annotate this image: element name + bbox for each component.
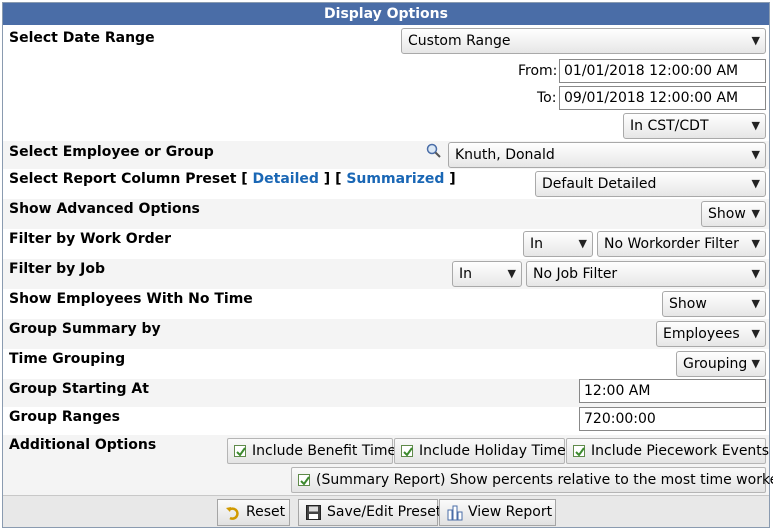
checkbox-checked-icon xyxy=(573,445,585,457)
advanced-value: Show xyxy=(708,206,746,222)
search-icon[interactable] xyxy=(426,143,442,159)
advanced-select[interactable]: Show ▼ xyxy=(701,201,766,227)
column-preset-label: Select Report Column Preset xyxy=(9,171,237,187)
job-row: Filter by Job In ▼ No Job Filter ▼ xyxy=(3,259,769,289)
chevron-down-icon: ▼ xyxy=(751,34,760,47)
chevron-down-icon: ▼ xyxy=(751,207,760,220)
group-start-field[interactable]: 12:00 AM xyxy=(579,379,766,403)
additional-options-label: Additional Options xyxy=(9,437,157,453)
include-holiday-time-checkbox[interactable]: Include Holiday Time xyxy=(394,438,566,464)
time-grouping-value: Grouping xyxy=(683,356,748,372)
chevron-down-icon: ▼ xyxy=(751,237,760,250)
group-start-row: Group Starting At 12:00 AM xyxy=(3,379,769,407)
job-op-select[interactable]: In ▼ xyxy=(452,261,522,287)
group-summary-label: Group Summary by xyxy=(9,321,161,337)
no-time-select[interactable]: Show ▼ xyxy=(662,291,766,317)
group-ranges-row: Group Ranges 720:00:00 xyxy=(3,407,769,435)
date-range-row: Select Date Range Custom Range ▼ From: 0… xyxy=(3,25,769,141)
reset-label: Reset xyxy=(246,504,286,520)
timezone-value: In CST/CDT xyxy=(630,118,709,134)
from-label: From: xyxy=(518,63,558,79)
work-order-label: Filter by Work Order xyxy=(9,231,172,247)
column-preset-row: Select Report Column Preset [ Detailed ]… xyxy=(3,169,769,199)
view-report-button[interactable]: View Report xyxy=(439,499,556,526)
column-preset-label-group: Select Report Column Preset [ Detailed ]… xyxy=(9,171,456,187)
column-preset-select[interactable]: Default Detailed ▼ xyxy=(535,171,766,197)
save-icon xyxy=(306,505,321,520)
save-edit-preset-label: Save/Edit Preset xyxy=(327,504,442,520)
job-op-value: In xyxy=(459,266,473,282)
advanced-row: Show Advanced Options Show ▼ xyxy=(3,199,769,229)
employee-select[interactable]: Knuth, Donald ▼ xyxy=(448,142,766,168)
group-summary-row: Group Summary by Employees ▼ xyxy=(3,319,769,349)
date-range-value: Custom Range xyxy=(408,33,511,49)
display-options-panel: Display Options Select Date Range Custom… xyxy=(2,2,773,528)
include-piecework-events-label: Include Piecework Events xyxy=(591,443,770,459)
job-value: No Job Filter xyxy=(533,266,618,282)
to-label: To: xyxy=(537,90,557,106)
chevron-down-icon: ▼ xyxy=(751,119,760,132)
chevron-down-icon: ▼ xyxy=(751,148,760,161)
employee-label: Select Employee or Group xyxy=(9,144,214,160)
to-date-field[interactable]: 09/01/2018 12:00:00 AM xyxy=(559,86,766,110)
advanced-label: Show Advanced Options xyxy=(9,201,200,217)
include-piecework-events-checkbox[interactable]: Include Piecework Events xyxy=(566,438,770,464)
chevron-down-icon: ▼ xyxy=(751,267,760,280)
footer-toolbar: Reset Save/Edit Preset View Report xyxy=(3,495,769,527)
work-order-row: Filter by Work Order In ▼ No Workorder F… xyxy=(3,229,769,259)
checkbox-checked-icon xyxy=(298,474,310,486)
chevron-down-icon: ▼ xyxy=(751,177,760,190)
show-percents-label: (Summary Report) Show percents relative … xyxy=(316,472,773,488)
group-ranges-field[interactable]: 720:00:00 xyxy=(579,407,766,431)
employee-value: Knuth, Donald xyxy=(455,147,555,163)
time-grouping-select[interactable]: Grouping ▼ xyxy=(676,351,766,377)
no-time-row: Show Employees With No Time Show ▼ xyxy=(3,289,769,319)
bracket-sep: ] [ xyxy=(323,171,342,187)
group-start-label: Group Starting At xyxy=(9,381,149,397)
chevron-down-icon: ▼ xyxy=(751,297,760,310)
chevron-down-icon: ▼ xyxy=(578,237,587,250)
include-benefit-time-checkbox[interactable]: Include Benefit Time xyxy=(227,438,397,464)
group-summary-select[interactable]: Employees ▼ xyxy=(656,321,766,347)
job-select[interactable]: No Job Filter ▼ xyxy=(526,261,766,287)
time-grouping-row: Time Grouping Grouping ▼ xyxy=(3,349,769,379)
group-ranges-label: Group Ranges xyxy=(9,409,120,425)
panel-title: Display Options xyxy=(3,3,769,25)
no-time-label: Show Employees With No Time xyxy=(9,291,253,307)
undo-icon xyxy=(226,507,239,520)
include-holiday-time-label: Include Holiday Time xyxy=(419,443,566,459)
employee-row: Select Employee or Group Knuth, Donald ▼ xyxy=(3,141,769,169)
work-order-select[interactable]: No Workorder Filter ▼ xyxy=(597,231,766,257)
bracket-close: ] xyxy=(449,171,456,187)
checkbox-checked-icon xyxy=(234,445,246,457)
work-order-value: No Workorder Filter xyxy=(604,236,739,252)
checkbox-checked-icon xyxy=(401,445,413,457)
summarized-link[interactable]: Summarized xyxy=(346,171,444,187)
work-order-op-value: In xyxy=(530,236,544,252)
detailed-link[interactable]: Detailed xyxy=(253,171,319,187)
bracket-open: [ xyxy=(241,171,248,187)
group-summary-value: Employees xyxy=(663,326,740,342)
show-percents-checkbox[interactable]: (Summary Report) Show percents relative … xyxy=(291,467,773,493)
chevron-down-icon: ▼ xyxy=(751,357,760,370)
timezone-select[interactable]: In CST/CDT ▼ xyxy=(623,113,766,139)
include-benefit-time-label: Include Benefit Time xyxy=(252,443,397,459)
view-report-label: View Report xyxy=(468,504,553,520)
report-icon xyxy=(447,505,463,521)
date-range-select[interactable]: Custom Range ▼ xyxy=(401,28,766,54)
date-range-label: Select Date Range xyxy=(9,30,155,46)
time-grouping-label: Time Grouping xyxy=(9,351,126,367)
chevron-down-icon: ▼ xyxy=(507,267,516,280)
additional-options-row: Additional Options Include Benefit Time … xyxy=(3,435,773,495)
chevron-down-icon: ▼ xyxy=(751,327,760,340)
reset-button[interactable]: Reset xyxy=(217,499,290,526)
job-label: Filter by Job xyxy=(9,261,105,277)
work-order-op-select[interactable]: In ▼ xyxy=(523,231,593,257)
from-date-field[interactable]: 01/01/2018 12:00:00 AM xyxy=(559,59,766,83)
save-edit-preset-button[interactable]: Save/Edit Preset xyxy=(298,499,442,526)
no-time-value: Show xyxy=(669,296,707,312)
column-preset-value: Default Detailed xyxy=(542,176,657,192)
